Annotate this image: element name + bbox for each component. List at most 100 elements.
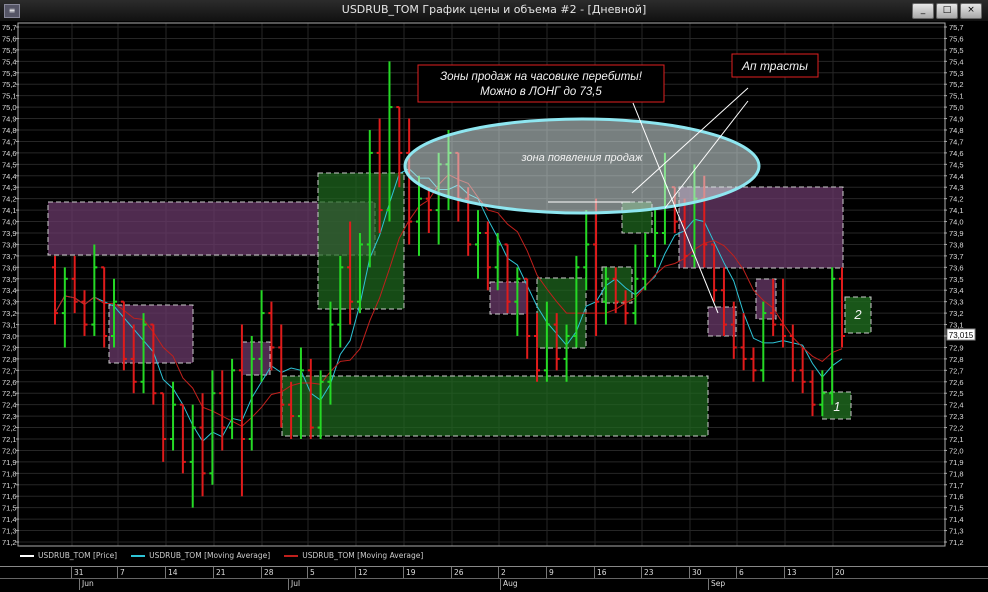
y-tick-right: 72,7: [949, 366, 964, 375]
y-tick-left: 74,1: [2, 206, 17, 215]
x-month-label: Sep: [711, 579, 726, 588]
y-tick-right: 75,5: [949, 46, 964, 55]
y-tick-left: 72,7: [2, 366, 17, 375]
y-tick-left: 72,5: [2, 389, 17, 398]
x-day-label: 2: [501, 568, 506, 577]
legend-swatch-ma-slow: [284, 554, 299, 557]
x-month-label: Jun: [82, 579, 94, 588]
y-tick-left: 75,1: [2, 92, 17, 101]
y-tick-left: 73,0: [2, 332, 17, 341]
y-tick-right: 73,8: [949, 240, 964, 249]
x-tick: [165, 567, 166, 578]
y-tick-left: 75,5: [2, 46, 17, 55]
y-tick-right: 74,2: [949, 195, 964, 204]
y-tick-right: 72,1: [949, 435, 964, 444]
y-tick-right: 75,1: [949, 92, 964, 101]
legend-item-ma-fast: USDRUB_TOM [Moving Average]: [131, 551, 270, 560]
chart-legend: USDRUB_TOM [Price] USDRUB_TOM [Moving Av…: [20, 550, 423, 561]
y-tick-right: 73,9: [949, 229, 964, 238]
legend-label-price: USDRUB_TOM [Price]: [38, 551, 118, 560]
x-day-label: 12: [358, 568, 368, 577]
minimize-button[interactable]: _: [912, 3, 934, 19]
x-tick: [546, 567, 547, 578]
y-tick-right: 73,5: [949, 275, 964, 284]
y-tick-left: 74,7: [2, 137, 17, 146]
maximize-button[interactable]: □: [936, 3, 958, 19]
y-tick-right: 73,4: [949, 286, 964, 295]
y-tick-left: 75,7: [2, 23, 17, 32]
x-day-label: 5: [310, 568, 315, 577]
y-tick-left: 75,2: [2, 80, 17, 89]
y-tick-left: 72,6: [2, 378, 17, 387]
x-tick: [784, 567, 785, 578]
y-tick-right: 71,8: [949, 469, 964, 478]
x-tick: [213, 567, 214, 578]
y-tick-left: 71,3: [2, 527, 17, 536]
box1-label: 1: [833, 399, 840, 414]
sales-zones-note-line2: Можно в ЛОНГ до 73,5: [480, 86, 602, 98]
y-tick-left: 73,1: [2, 321, 17, 330]
price-chart[interactable]: зона появления продаж Зоны продаж на час…: [0, 21, 988, 566]
y-tick-left: 73,6: [2, 263, 17, 272]
legend-label-ma-fast: USDRUB_TOM [Moving Average]: [149, 551, 271, 560]
x-tick: [689, 567, 690, 578]
y-tick-right: 74,1: [949, 206, 964, 215]
y-tick-right: 74,4: [949, 172, 964, 181]
y-tick-left: 71,2: [2, 538, 17, 547]
close-button[interactable]: ×: [960, 3, 982, 19]
y-tick-left: 72,0: [2, 446, 17, 455]
sell-zone-4: [241, 341, 271, 376]
x-tick: [355, 567, 356, 578]
x-day-label: 19: [406, 568, 416, 577]
x-tick: [451, 567, 452, 578]
y-tick-right: 72,8: [949, 355, 964, 364]
x-day-label: 28: [264, 568, 274, 577]
y-tick-right: 72,6: [949, 378, 964, 387]
y-tick-right: 75,2: [949, 80, 964, 89]
x-month-tick: [79, 579, 80, 590]
y-tick-left: 73,4: [2, 286, 17, 295]
x-tick: [594, 567, 595, 578]
sell-zone-6: [707, 306, 737, 337]
y-tick-right: 75,6: [949, 34, 964, 43]
y-tick-left: 72,1: [2, 435, 17, 444]
y-tick-right: 72,4: [949, 401, 964, 410]
y-tick-left: 74,2: [2, 195, 17, 204]
y-tick-right: 73,7: [949, 252, 964, 261]
y-tick-right: 72,0: [949, 446, 964, 455]
x-tick: [261, 567, 262, 578]
y-tick-left: 74,9: [2, 115, 17, 124]
legend-swatch-ma-fast: [131, 554, 146, 557]
y-tick-right: 75,7: [949, 23, 964, 32]
x-tick: [117, 567, 118, 578]
y-tick-right: 74,5: [949, 160, 964, 169]
x-day-label: 21: [216, 568, 226, 577]
x-tick: [641, 567, 642, 578]
x-month-label: Jul: [291, 579, 301, 588]
y-tick-right: 74,0: [949, 218, 964, 227]
x-day-label: 13: [787, 568, 797, 577]
y-tick-right: 73,2: [949, 309, 964, 318]
y-tick-left: 74,6: [2, 149, 17, 158]
y-tick-left: 72,2: [2, 424, 17, 433]
y-tick-right: 75,4: [949, 57, 964, 66]
x-day-label: 23: [644, 568, 654, 577]
y-tick-left: 75,3: [2, 69, 17, 78]
y-tick-left: 73,3: [2, 298, 17, 307]
x-month-label: Aug: [503, 579, 518, 588]
y-tick-left: 73,7: [2, 252, 17, 261]
y-tick-left: 72,4: [2, 401, 17, 410]
x-tick: [403, 567, 404, 578]
legend-label-ma-slow: USDRUB_TOM [Moving Average]: [302, 551, 424, 560]
y-tick-left: 75,6: [2, 34, 17, 43]
y-tick-right: 75,0: [949, 103, 964, 112]
sell-zone-3: [108, 304, 194, 364]
y-tick-right: 74,6: [949, 149, 964, 158]
y-tick-left: 72,9: [2, 343, 17, 352]
window-titlebar: ≡ USDRUB_TOM График цены и объема #2 - […: [0, 0, 988, 22]
y-tick-left: 71,9: [2, 458, 17, 467]
x-axis-days: 31 7 14 21 28 5 12 19 26 2 9 16 23 30 6 13 20: [0, 567, 988, 579]
y-tick-left: 74,3: [2, 183, 17, 192]
y-tick-left: 74,4: [2, 172, 17, 181]
y-tick-right: 74,9: [949, 115, 964, 124]
